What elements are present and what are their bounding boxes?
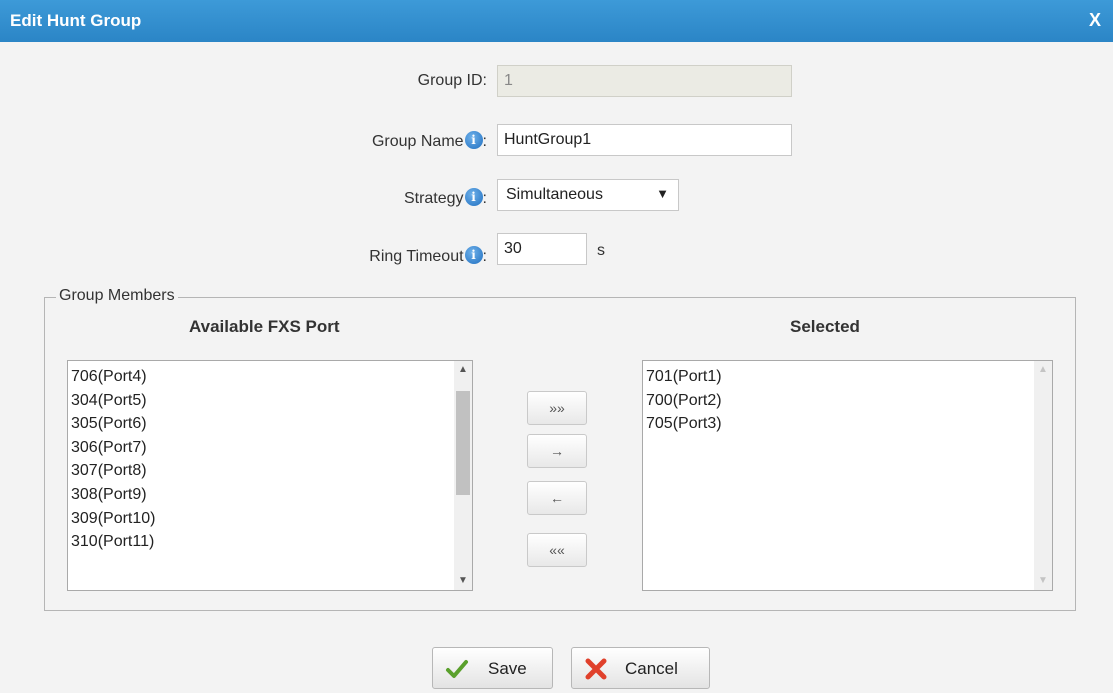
group-members-legend: Group Members: [56, 287, 178, 305]
save-label: Save: [488, 659, 527, 678]
add-all-button[interactable]: »»: [527, 391, 587, 425]
close-button[interactable]: X: [1089, 10, 1101, 31]
group-name-field[interactable]: HuntGroup1: [497, 124, 792, 156]
strategy-selected-value: Simultaneous: [506, 186, 603, 203]
available-ports-header: Available FXS Port: [189, 317, 340, 336]
checkmark-icon: [446, 660, 468, 678]
list-item[interactable]: 304(Port5): [68, 389, 472, 413]
list-item[interactable]: 308(Port9): [68, 483, 472, 507]
remove-button[interactable]: ←: [527, 481, 587, 515]
add-button[interactable]: →: [527, 434, 587, 468]
list-item[interactable]: 701(Port1): [643, 365, 1052, 389]
list-item[interactable]: 305(Port6): [68, 412, 472, 436]
group-name-label: Group Name i:: [371, 131, 487, 150]
list-item[interactable]: 307(Port8): [68, 459, 472, 483]
save-button[interactable]: Save: [432, 647, 553, 689]
x-icon: [585, 658, 607, 680]
dialog-title: Edit Hunt Group: [10, 11, 142, 30]
remove-all-button[interactable]: ««: [527, 533, 587, 567]
group-id-field: 1: [497, 65, 792, 97]
ring-timeout-field[interactable]: 30: [497, 233, 587, 265]
scroll-up-icon[interactable]: ▲: [454, 361, 472, 379]
strategy-select[interactable]: Simultaneous ▼: [497, 179, 679, 211]
list-item[interactable]: 706(Port4): [68, 365, 472, 389]
list-item[interactable]: 309(Port10): [68, 507, 472, 531]
info-icon[interactable]: i: [464, 131, 483, 149]
ring-timeout-unit: s: [597, 242, 605, 259]
scrollbar-thumb[interactable]: [456, 391, 470, 495]
group-id-label: Group ID:: [417, 72, 487, 89]
available-list-scrollbar[interactable]: ▲ ▼: [454, 361, 472, 590]
selected-ports-items: 701(Port1) 700(Port2) 705(Port3): [643, 361, 1052, 436]
selected-ports-header: Selected: [790, 317, 860, 336]
list-item[interactable]: 306(Port7): [68, 436, 472, 460]
dialog-titlebar: Edit Hunt Group X: [0, 0, 1113, 42]
list-item[interactable]: 700(Port2): [643, 389, 1052, 413]
list-item[interactable]: 705(Port3): [643, 412, 1052, 436]
dropdown-arrow-icon: ▼: [656, 186, 669, 201]
ring-timeout-label: Ring Timeout i:: [369, 246, 487, 265]
scroll-down-icon[interactable]: ▼: [454, 572, 472, 590]
scroll-down-icon[interactable]: ▼: [1034, 572, 1052, 590]
scroll-up-icon[interactable]: ▲: [1034, 361, 1052, 379]
available-ports-list[interactable]: 706(Port4) 304(Port5) 305(Port6) 306(Por…: [67, 360, 473, 591]
available-ports-items: 706(Port4) 304(Port5) 305(Port6) 306(Por…: [68, 361, 472, 554]
info-icon[interactable]: i: [464, 188, 483, 206]
cancel-button[interactable]: Cancel: [571, 647, 710, 689]
cancel-label: Cancel: [625, 659, 678, 678]
selected-ports-list[interactable]: 701(Port1) 700(Port2) 705(Port3) ▲ ▼: [642, 360, 1053, 591]
edit-hunt-group-dialog: Edit Hunt Group X Group ID: 1 Group Name…: [0, 0, 1113, 693]
strategy-label: Strategy i:: [403, 188, 487, 207]
selected-list-scrollbar[interactable]: ▲ ▼: [1034, 361, 1052, 590]
info-icon[interactable]: i: [464, 246, 483, 264]
list-item[interactable]: 310(Port11): [68, 530, 472, 554]
